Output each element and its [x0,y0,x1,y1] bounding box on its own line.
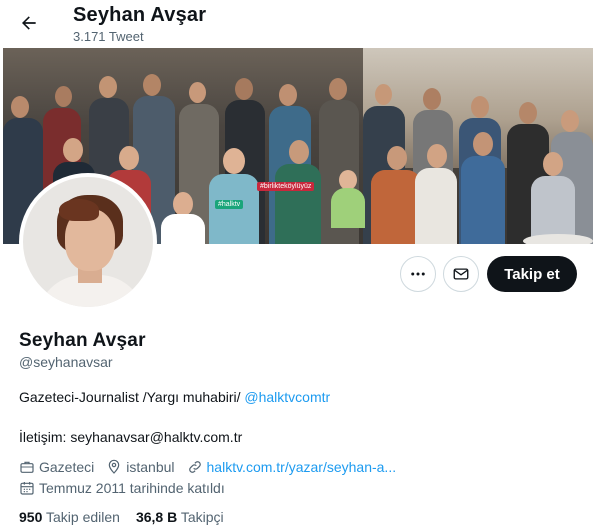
envelope-icon [453,268,469,280]
bio-text: Gazeteci-Journalist /Yargı muhabiri/ [19,389,245,405]
briefcase-icon [20,461,34,473]
message-button[interactable] [443,256,479,292]
link-icon [188,461,201,473]
tweet-count: 3.171 Tweet [73,29,144,44]
banner-sign: #halktv [215,200,244,209]
following-stat[interactable]: 950 Takip edilen [19,509,120,525]
category-label: Gazeteci [39,459,95,475]
website-link[interactable]: halktv.com.tr/yazar/seyhan-a... [207,459,397,475]
following-label: Takip edilen [46,509,120,525]
more-button[interactable] [400,256,436,292]
follow-button[interactable]: Takip et [487,256,577,292]
top-bar: Seyhan Avşar 3.171 Tweet [0,0,600,48]
followers-count: 36,8 B [135,509,178,525]
banner-sign: #birlikteköylüyüz [257,182,315,191]
website-item[interactable]: halktv.com.tr/yazar/seyhan-a... [187,459,397,475]
back-button[interactable] [14,8,44,38]
bio-mention-link[interactable]: @halktvcomtr [244,389,330,405]
joined-row: Temmuz 2011 tarihinde katıldı [19,480,237,496]
calendar-icon [20,482,34,495]
header-name: Seyhan Avşar [73,4,207,26]
followers-label: Takipçi [180,509,224,525]
category-item: Gazeteci [19,459,94,475]
profile-meta-row: Gazeteci istanbul halktv.com.tr/yazar/se… [19,459,408,475]
location-label: istanbul [126,459,175,475]
followers-stat[interactable]: 36,8 B Takipçi [136,509,224,525]
joined-label: Temmuz 2011 tarihinde katıldı [39,480,225,496]
profile-stats: 950 Takip edilen 36,8 B Takipçi [19,509,240,525]
profile-contact: İletişim: seyhanavsar@halktv.com.tr [19,429,243,445]
following-count: 950 [19,509,43,525]
more-icon [411,272,425,276]
profile-avatar[interactable] [19,173,157,311]
location-pin-icon [108,459,120,474]
joined-item: Temmuz 2011 tarihinde katıldı [19,480,225,496]
profile-bio: Gazeteci-Journalist /Yargı muhabiri/ @ha… [19,389,330,405]
profile-name: Seyhan Avşar [19,330,146,351]
profile-handle: @seyhanavsar [19,354,113,370]
arrow-left-icon [22,16,36,30]
location-item: istanbul [106,459,175,475]
